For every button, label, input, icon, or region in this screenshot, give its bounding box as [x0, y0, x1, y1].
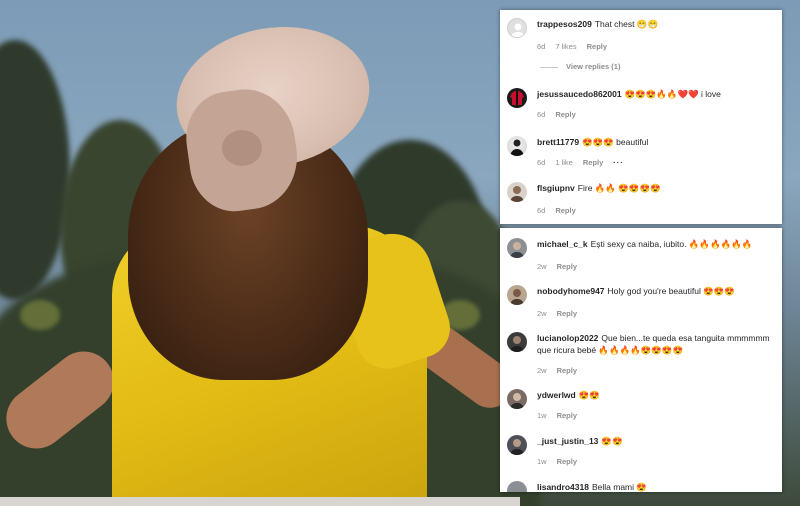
- comment-meta: 1w Reply: [537, 457, 587, 466]
- avatar[interactable]: [507, 389, 527, 409]
- comment-text: 😍😍😍 beautiful: [582, 137, 649, 147]
- comment-likes[interactable]: 7 likes: [555, 42, 576, 51]
- comment-username[interactable]: flsgiupnv: [537, 183, 575, 193]
- comment-username[interactable]: trappesos209: [537, 19, 592, 29]
- comment-text: 😍😍: [601, 436, 623, 446]
- comment-username[interactable]: michael_c_k: [537, 239, 588, 249]
- comment-text: Bella mami 😍: [591, 482, 647, 492]
- comment-meta: 6d 1 like Reply ···: [537, 158, 634, 167]
- comment-time: 6d: [537, 158, 546, 167]
- comment-time: 2w: [537, 366, 547, 375]
- comment-time: 1w: [537, 457, 547, 466]
- avatar[interactable]: [507, 238, 527, 258]
- comment-text: Holy god you're beautiful 😍😍😍: [607, 286, 735, 296]
- comments-panel-top: trappesos209 That chest 😁😁 6d 7 likes Reply…: [500, 10, 782, 224]
- reply-button[interactable]: Reply: [557, 309, 577, 318]
- comment-meta: 1w Reply: [537, 411, 587, 420]
- avatar[interactable]: [507, 182, 527, 202]
- avatar[interactable]: [507, 332, 527, 352]
- comment-meta: 2w Reply: [537, 366, 587, 375]
- comment-username[interactable]: lucianolop2022: [537, 333, 598, 343]
- comment-meta: 2w Reply: [537, 262, 587, 271]
- avatar[interactable]: [507, 88, 527, 108]
- comment-likes[interactable]: 1 like: [555, 158, 573, 167]
- view-replies-button[interactable]: View replies (1): [540, 62, 620, 71]
- comment-text: 😍😍: [578, 390, 600, 400]
- reply-button[interactable]: Reply: [555, 206, 575, 215]
- comment-time: 6d: [537, 110, 546, 119]
- comment-username[interactable]: _just_justin_13: [537, 436, 598, 446]
- more-options-icon[interactable]: ···: [613, 158, 624, 167]
- comments-panel-bottom: michael_c_k Ești sexy ca naiba, iubito. 🔥…: [500, 228, 782, 492]
- default-avatar-icon[interactable]: [507, 18, 527, 38]
- comment-time: 6d: [537, 206, 546, 215]
- reply-button[interactable]: Reply: [555, 110, 575, 119]
- comment-text: That chest 😁😁: [594, 19, 659, 29]
- comment-username[interactable]: lisandro4318: [537, 482, 589, 492]
- comment-text: 😍😍😍🔥🔥❤️❤️ i love: [624, 89, 721, 99]
- comment-time: 2w: [537, 262, 547, 271]
- comment-time: 6d: [537, 42, 546, 51]
- comment-text: Fire 🔥🔥 😍😍😍😍: [577, 183, 661, 193]
- comment-username[interactable]: jesussaucedo862001: [537, 89, 622, 99]
- railing: [0, 497, 520, 506]
- comment-username[interactable]: brett11779: [537, 137, 579, 147]
- reply-button[interactable]: Reply: [583, 158, 603, 167]
- comment-time: 2w: [537, 309, 547, 318]
- comment-meta: 6d Reply: [537, 206, 586, 215]
- avatar[interactable]: [507, 285, 527, 305]
- avatar[interactable]: [507, 435, 527, 455]
- comment-text: Ești sexy ca naiba, iubito. 🔥🔥🔥🔥🔥🔥: [590, 239, 753, 249]
- comment-username[interactable]: nobodyhome947: [537, 286, 605, 296]
- comment-username[interactable]: ydwerlwd: [537, 390, 576, 400]
- reply-button[interactable]: Reply: [557, 366, 577, 375]
- comment-meta: 6d Reply: [537, 110, 586, 119]
- reply-button[interactable]: Reply: [557, 411, 577, 420]
- comment-meta: 6d 7 likes Reply: [537, 42, 617, 51]
- comment-meta: 2w Reply: [537, 309, 587, 318]
- comment-time: 1w: [537, 411, 547, 420]
- reply-button[interactable]: Reply: [557, 262, 577, 271]
- avatar[interactable]: [507, 136, 527, 156]
- reply-button[interactable]: Reply: [587, 42, 607, 51]
- avatar[interactable]: [507, 481, 527, 492]
- reply-button[interactable]: Reply: [557, 457, 577, 466]
